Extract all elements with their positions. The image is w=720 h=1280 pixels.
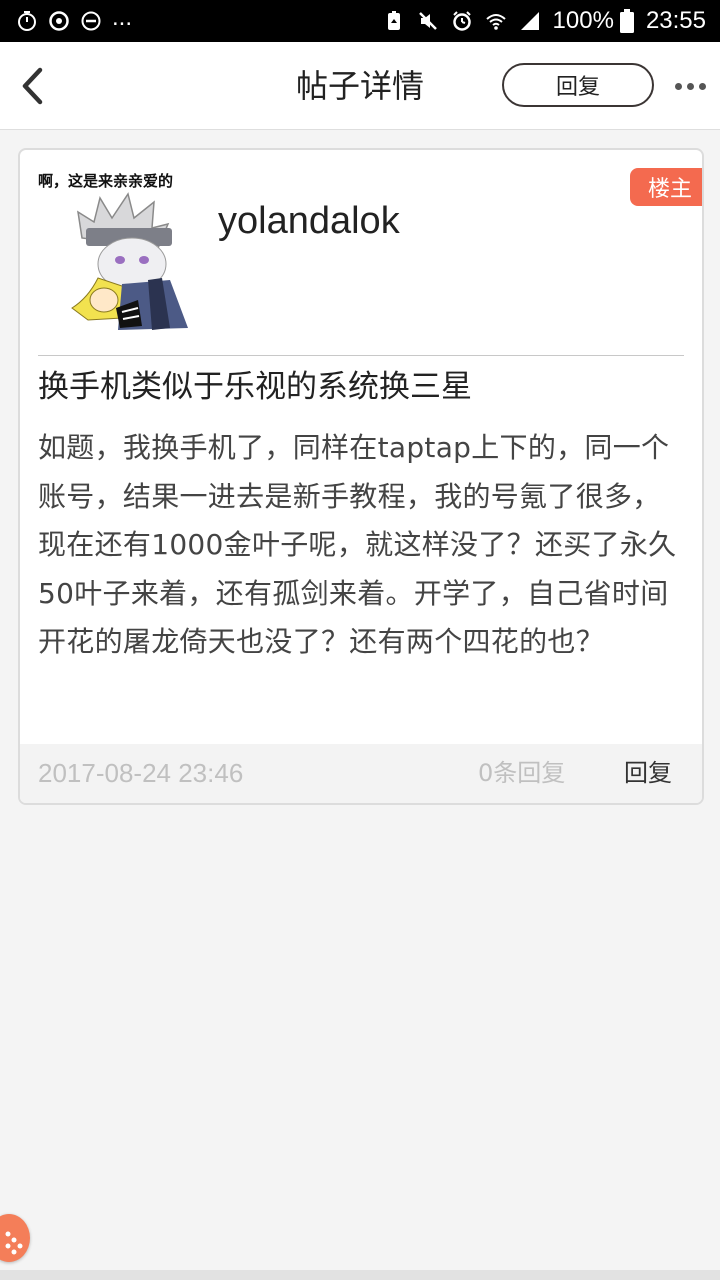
app-header: 帖子详情 回复: [0, 42, 720, 130]
post-time: 2017-08-24 23:46: [38, 758, 244, 788]
floating-action-button[interactable]: [0, 1214, 30, 1262]
mute-icon: [418, 12, 437, 30]
bottom-edge: [0, 1270, 720, 1280]
alarm-icon: [452, 11, 471, 31]
dots-icon: [5, 1231, 23, 1255]
battery-percent: 100%: [552, 7, 614, 34]
timer-icon: [18, 11, 36, 31]
battery-icon: [619, 9, 634, 33]
chevron-left-icon: [22, 67, 43, 105]
more-dots-icon: [674, 82, 682, 90]
reply-link[interactable]: 回复: [624, 744, 672, 803]
owner-badge: 楼主: [630, 168, 702, 206]
status-overflow: ...: [112, 4, 133, 31]
do-not-disturb-icon: [81, 11, 101, 31]
sync-icon: [49, 11, 69, 31]
more-button[interactable]: [668, 72, 712, 100]
avatar-illustration: [71, 192, 188, 330]
post-title: 换手机类似于乐视的系统换三星: [38, 369, 472, 405]
card-footer: 2017-08-24 23:46 0条回复 回复: [20, 744, 702, 803]
signal-icon: [520, 12, 539, 30]
reply-button[interactable]: 回复: [502, 63, 654, 107]
status-bar: ... 100% 23:55: [0, 0, 720, 42]
status-time: 23:55: [645, 7, 706, 34]
post-body: 如题，我换手机了，同样在taptap上下的，同一个账号，结果一进去是新手教程，我…: [38, 431, 677, 659]
avatar[interactable]: 啊，这是来亲亲爱的: [38, 168, 202, 332]
divider: [38, 355, 684, 356]
back-button[interactable]: [10, 62, 54, 110]
battery-saver-icon: [387, 11, 400, 30]
wifi-icon: [485, 14, 506, 30]
post-card: 啊，这是来亲亲爱的 yolandalok 楼主 换手机类似于乐视的系统换三星 如…: [18, 148, 704, 805]
reply-count: 0条回复: [478, 759, 566, 787]
username[interactable]: yolandalok: [218, 200, 400, 243]
